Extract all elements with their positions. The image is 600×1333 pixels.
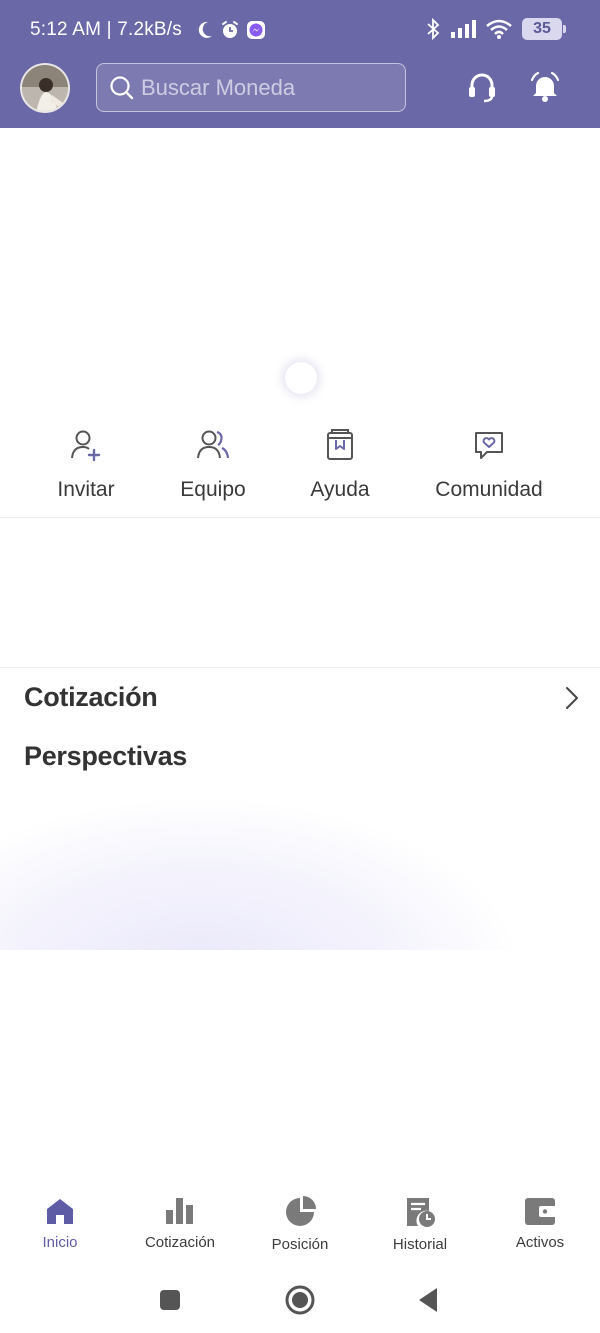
user-plus-icon	[71, 430, 101, 462]
moon-icon	[198, 21, 212, 38]
search-icon	[110, 75, 134, 99]
bell-icon	[530, 71, 560, 102]
tab-quotes[interactable]: Cotización	[120, 1196, 240, 1251]
alarm-icon	[222, 21, 238, 38]
system-navigation-bar	[0, 1270, 600, 1330]
back-button[interactable]	[410, 1282, 446, 1318]
bluetooth-icon	[427, 18, 440, 40]
bottom-tab-bar: Inicio Cotización Posición Historial Act…	[0, 1190, 600, 1260]
back-triangle-icon	[419, 1288, 437, 1312]
headset-icon	[469, 73, 495, 103]
home-nav-button[interactable]	[282, 1282, 318, 1318]
tab-label: Historial	[392, 1236, 448, 1253]
avatar[interactable]	[20, 63, 70, 113]
quick-actions: Invitar Equipo Ayuda Comunidad	[0, 428, 600, 508]
home-icon	[47, 1199, 73, 1224]
section-title-outlook: Perspectivas	[24, 741, 188, 771]
tab-home[interactable]: Inicio	[0, 1196, 120, 1251]
status-notification-icons	[196, 19, 266, 41]
square-icon	[160, 1290, 180, 1310]
book-icon	[327, 429, 353, 460]
quick-action-label: Equipo	[180, 478, 246, 501]
loading-indicator	[285, 362, 317, 394]
quick-action-label: Ayuda	[310, 478, 370, 501]
history-icon	[407, 1198, 435, 1227]
bar-chart-icon	[166, 1198, 193, 1224]
wallet-icon	[525, 1198, 556, 1225]
battery-indicator: 35	[522, 18, 566, 40]
messenger-icon	[247, 21, 265, 39]
signal-icon	[451, 20, 476, 38]
wifi-icon	[486, 19, 512, 39]
quick-action-help[interactable]: Ayuda	[306, 428, 374, 502]
quotes-section-header[interactable]: Cotización	[24, 682, 580, 713]
app-header: 5:12 AM | 7.2kB/s 35	[0, 0, 600, 128]
support-headset-button[interactable]	[466, 70, 498, 104]
decorative-gradient	[0, 790, 600, 950]
divider	[0, 517, 600, 518]
team-icon	[197, 430, 230, 459]
quick-action-team[interactable]: Equipo	[176, 428, 250, 502]
tab-label: Activos	[515, 1234, 565, 1251]
recents-button[interactable]	[152, 1282, 188, 1318]
profile-photo	[22, 65, 68, 111]
chevron-right-icon	[566, 686, 578, 709]
section-title-quotes: Cotización	[24, 682, 158, 712]
tab-label: Posición	[271, 1236, 329, 1253]
outlook-section-header: Perspectivas	[24, 741, 580, 772]
tab-assets[interactable]: Activos	[480, 1196, 600, 1251]
notifications-button[interactable]	[529, 70, 561, 104]
status-bar: 5:12 AM | 7.2kB/s 35	[0, 0, 600, 60]
quick-action-invite[interactable]: Invitar	[54, 428, 118, 502]
tab-label: Cotización	[144, 1234, 216, 1251]
search-input[interactable]	[141, 74, 391, 101]
status-time: 5:12 AM | 7.2kB/s	[30, 19, 182, 40]
status-system-icons: 35	[426, 18, 566, 40]
pie-chart-icon	[286, 1196, 316, 1226]
divider	[0, 667, 600, 668]
quick-action-community[interactable]: Comunidad	[430, 428, 548, 502]
chat-heart-icon	[475, 432, 503, 459]
circle-home-icon	[285, 1285, 315, 1315]
quick-action-label: Invitar	[57, 478, 115, 501]
quick-action-label: Comunidad	[435, 478, 543, 501]
tab-position[interactable]: Posición	[240, 1196, 360, 1253]
search-box[interactable]	[96, 63, 406, 112]
tab-history[interactable]: Historial	[360, 1196, 480, 1253]
tab-label: Inicio	[42, 1234, 78, 1251]
